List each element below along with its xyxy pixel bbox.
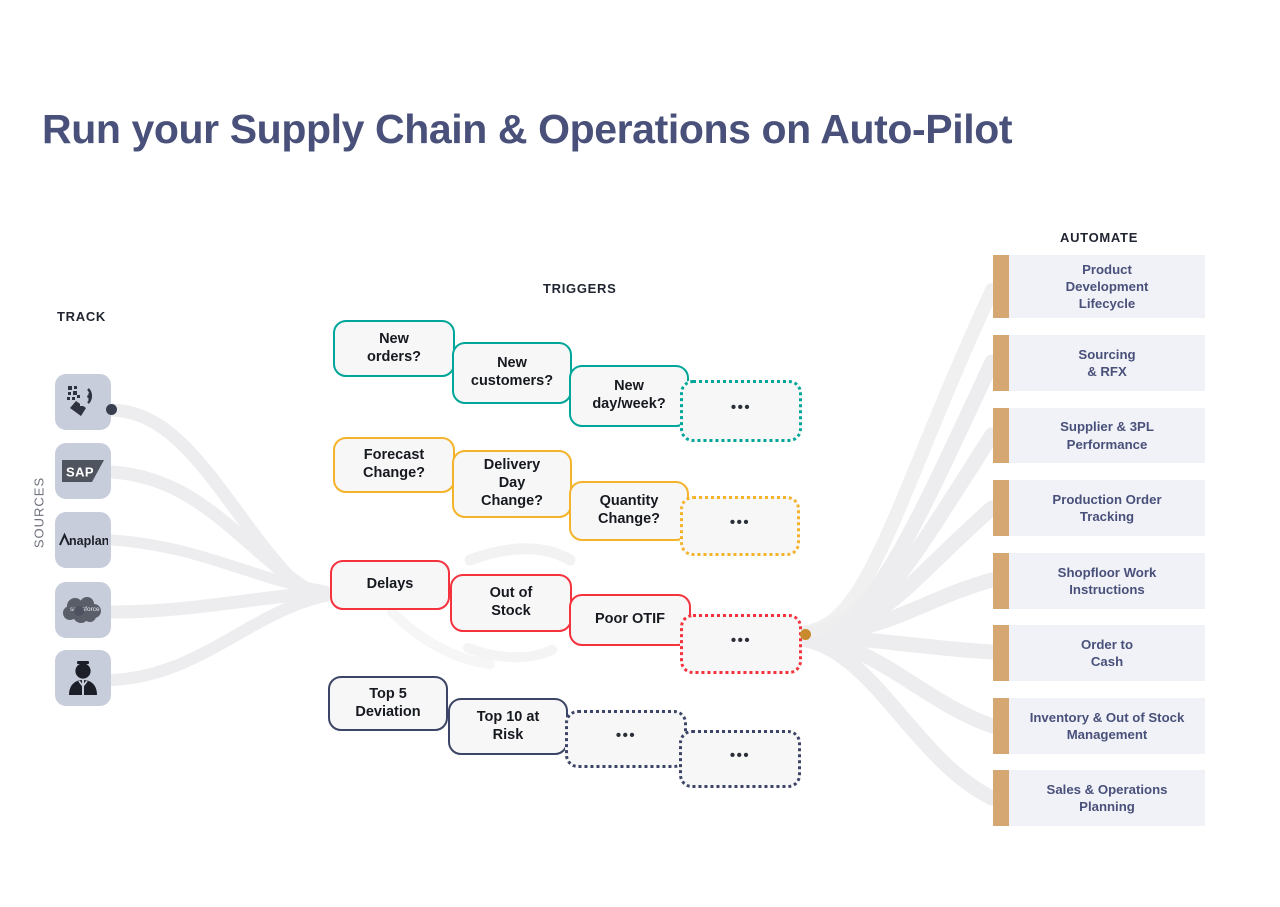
automate-card-inventory-out-of-stock-management[interactable]: Inventory & Out of Stock Management: [993, 698, 1205, 754]
trigger-box-top-10-at-risk[interactable]: Top 10 at Risk: [448, 698, 568, 755]
trigger-label: Top 10 at Risk: [476, 708, 540, 743]
automate-card-label: Sales & Operations Planning: [1046, 781, 1168, 814]
automate-accent-bar: [993, 255, 1009, 318]
trigger-label: Top 5 Deviation: [355, 685, 421, 720]
user-person-icon: [66, 660, 100, 696]
automate-card-supplier-3pl-performance[interactable]: Supplier & 3PL Performance: [993, 408, 1205, 463]
trigger-label: Quantity Change?: [597, 493, 661, 527]
trigger-label: Poor OTIF: [594, 611, 666, 628]
trigger-label: •••: [729, 513, 751, 531]
svg-text:naplan: naplan: [69, 534, 108, 548]
automate-accent-bar: [993, 480, 1009, 536]
sap-logo-icon: SAP: [62, 460, 104, 482]
trigger-box-top-5-deviation[interactable]: Top 5 Deviation: [328, 676, 448, 731]
trigger-box-out-of-stock[interactable]: Out of Stock: [450, 574, 572, 632]
automate-card-sales-operations-planning[interactable]: Sales & Operations Planning: [993, 770, 1205, 826]
source-connector-dot-secondary: [74, 606, 84, 616]
automate-card-label: Sourcing & RFX: [1078, 346, 1136, 379]
automate-card-label: Shopfloor Work Instructions: [1057, 564, 1157, 597]
svg-text:SAP: SAP: [66, 465, 94, 480]
trigger-label: •••: [729, 746, 751, 764]
track-column-header: TRACK: [57, 309, 106, 324]
trigger-box-poor-otif[interactable]: Poor OTIF: [569, 594, 691, 646]
trigger-box-more-row4b[interactable]: •••: [679, 730, 801, 788]
automate-column-header: AUTOMATE: [1060, 230, 1139, 245]
automate-accent-bar: [993, 625, 1009, 681]
trigger-label: •••: [730, 398, 752, 416]
trigger-label: Delivery Day Change?: [480, 457, 544, 509]
trigger-box-more-row1[interactable]: •••: [680, 380, 802, 442]
automate-accent-bar: [993, 698, 1009, 754]
source-tile-sap[interactable]: SAP: [55, 443, 111, 499]
trigger-box-more-row3[interactable]: •••: [680, 614, 802, 674]
trigger-label: New day/week?: [592, 378, 666, 412]
source-connector-dot: [106, 404, 117, 415]
triggers-column-header: TRIGGERS: [543, 281, 617, 296]
automate-accent-bar: [993, 553, 1009, 609]
trigger-box-new-customers[interactable]: New customers?: [452, 342, 572, 404]
sources-axis-label: SOURCES: [31, 476, 47, 549]
automate-accent-bar: [993, 335, 1009, 391]
trigger-box-more-row4a[interactable]: •••: [565, 710, 687, 768]
automate-card-sourcing-rfx[interactable]: Sourcing & RFX: [993, 335, 1205, 391]
automate-card-order-to-cash[interactable]: Order to Cash: [993, 625, 1205, 681]
trigger-box-forecast-change[interactable]: Forecast Change?: [333, 437, 455, 493]
trigger-label: New customers?: [470, 355, 554, 389]
automate-card-product-development-lifecycle[interactable]: Product Development Lifecycle: [993, 255, 1205, 318]
source-tile-anaplan[interactable]: naplan: [55, 512, 111, 568]
trigger-box-delays[interactable]: Delays: [330, 560, 450, 610]
source-tile-scan-qr[interactable]: [55, 374, 111, 430]
automate-card-label: Order to Cash: [1080, 636, 1134, 669]
trigger-box-new-orders[interactable]: New orders?: [333, 320, 455, 377]
trigger-label: Out of Stock: [489, 585, 533, 619]
automate-card-label: Production Order Tracking: [1052, 491, 1162, 524]
trigger-label: Delays: [366, 576, 414, 593]
automate-card-label: Inventory & Out of Stock Management: [1029, 709, 1185, 742]
anaplan-logo-icon: naplan: [58, 532, 108, 548]
trigger-box-delivery-day-change[interactable]: Delivery Day Change?: [452, 450, 572, 518]
automate-card-shopfloor-work-instructions[interactable]: Shopfloor Work Instructions: [993, 553, 1205, 609]
trigger-box-more-row2[interactable]: •••: [680, 496, 800, 556]
trigger-label: Forecast Change?: [362, 447, 426, 481]
trigger-box-new-day-week[interactable]: New day/week?: [569, 365, 689, 427]
automate-accent-bar: [993, 770, 1009, 826]
diagram-canvas: Run your Supply Chain & Operations on Au…: [0, 0, 1280, 907]
trigger-label: •••: [615, 726, 637, 744]
trigger-label: •••: [730, 631, 752, 649]
source-tile-user[interactable]: [55, 650, 111, 706]
trigger-label: New orders?: [367, 330, 421, 365]
automate-accent-bar: [993, 408, 1009, 463]
automate-card-label: Product Development Lifecycle: [1065, 261, 1149, 312]
automate-card-production-order-tracking[interactable]: Production Order Tracking: [993, 480, 1205, 536]
trigger-box-quantity-change[interactable]: Quantity Change?: [569, 481, 689, 541]
automate-hub-dot: [800, 629, 811, 640]
scan-qr-icon: [64, 383, 102, 421]
automate-card-label: Supplier & 3PL Performance: [1060, 419, 1154, 452]
